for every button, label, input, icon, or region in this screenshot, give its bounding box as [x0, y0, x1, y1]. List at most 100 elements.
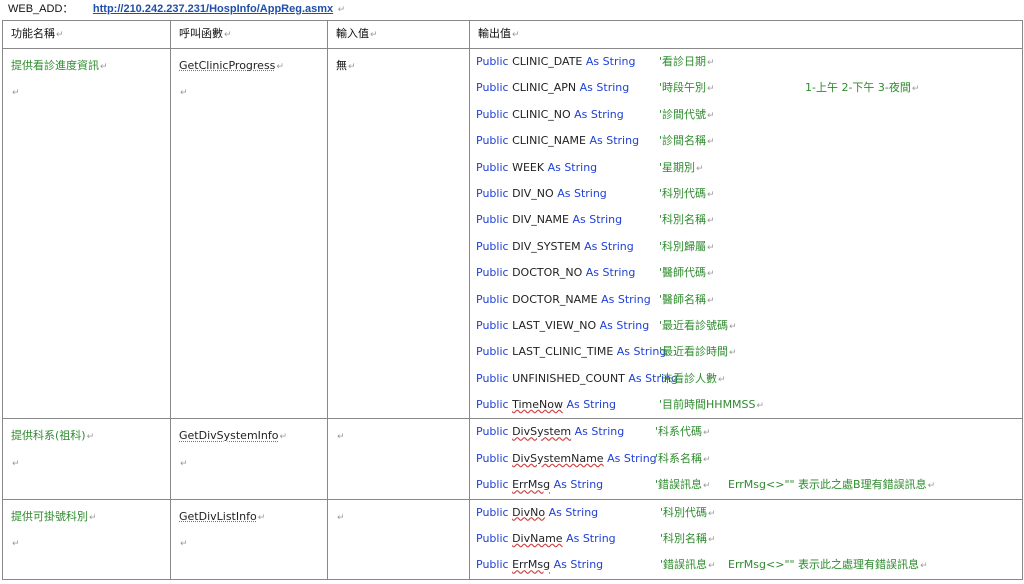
- call-function-name: GetDivSystemInfo: [179, 429, 279, 443]
- type-keyword: As String: [589, 134, 640, 148]
- public-keyword: Public: [476, 134, 509, 148]
- input-value-cell: ↵: [327, 418, 470, 500]
- field-name: DivNo: [512, 505, 546, 519]
- field-comment: '科別歸屬↵: [659, 239, 715, 253]
- field-comment: '科系代碼↵: [655, 425, 711, 439]
- output-field-line: Public DIV_NO As String '科別代碼↵: [470, 181, 1022, 207]
- public-keyword: Public: [476, 55, 509, 68]
- function-name-cell: 提供科系(祖科)↵ ↵: [2, 418, 171, 500]
- field-comment: '錯誤訊息↵: [660, 558, 716, 572]
- table-header-row: 功能名稱↵ 呼叫函數↵ 輸入值↵ 輸出值↵: [2, 20, 1023, 49]
- output-field-line: Public DivSystem As String '科系代碼↵: [470, 419, 1022, 445]
- type-keyword: As String: [585, 266, 636, 280]
- type-keyword: As String: [607, 451, 657, 465]
- table-row: 提供科系(祖科)↵ ↵ GetDivSystemInfo↵ ↵ ↵ Public DivS…: [2, 418, 1023, 500]
- field-comment: '科系名稱↵: [655, 451, 711, 465]
- output-field-line: Public DIV_NAME As String '科別名稱↵: [470, 207, 1022, 233]
- type-keyword: As String: [566, 398, 617, 412]
- public-keyword: Public: [476, 213, 509, 227]
- field-name: CLINIC_DATE: [512, 55, 583, 68]
- input-value-cell: 無↵: [327, 47, 470, 420]
- type-keyword: As String: [579, 81, 630, 95]
- output-field-line: Public CLINIC_NAME As String '診間名稱↵: [470, 128, 1022, 154]
- public-keyword: Public: [476, 532, 509, 546]
- field-name: CLINIC_NO: [512, 107, 571, 121]
- output-field-line: Public WEEK As String '星期別↵: [470, 155, 1022, 181]
- type-keyword: As String: [553, 558, 604, 572]
- output-field-line: Public LAST_VIEW_NO As String '最近看診號碼↵: [470, 313, 1022, 339]
- call-function-name: GetDivListInfo: [179, 509, 257, 523]
- input-value: 無: [336, 59, 347, 72]
- field-extra-note: ErrMsg<>"" 表示此之處理有錯誤訊息↵: [728, 558, 928, 572]
- field-name: LAST_VIEW_NO: [512, 318, 597, 332]
- output-field-line: Public CLINIC_APN As String '時段午別↵ 1-上午 2-…: [470, 75, 1022, 101]
- type-keyword: As String: [547, 160, 598, 174]
- public-keyword: Public: [476, 239, 509, 253]
- call-function-cell: GetDivListInfo↵ ↵: [170, 498, 328, 580]
- field-comment: '科別名稱↵: [659, 213, 715, 227]
- field-comment: '診間名稱↵: [659, 134, 715, 148]
- field-name: TimeNow: [512, 398, 563, 412]
- public-keyword: Public: [476, 186, 509, 200]
- output-field-line: Public LAST_CLINIC_TIME As String '最近看診時間…: [470, 339, 1022, 365]
- public-keyword: Public: [476, 398, 509, 412]
- output-field-line: Public ErrMsg As String '錯誤訊息↵ ErrMsg<>"" …: [470, 552, 1022, 578]
- output-field-line: Public CLINIC_NO As String '診間代號↵: [470, 102, 1022, 128]
- field-name: DIV_NO: [512, 186, 554, 200]
- paragraph-mark-icon: ↵: [337, 5, 346, 15]
- web-address-label: WEB_ADD：: [8, 3, 74, 15]
- type-keyword: As String: [585, 55, 636, 68]
- function-name: 提供看診進度資訊: [11, 59, 99, 72]
- output-field-line: Public DIV_SYSTEM As String '科別歸屬↵: [470, 234, 1022, 260]
- field-extra-note: ErrMsg<>"" 表示此之處B理有錯誤訊息↵: [728, 478, 936, 492]
- field-comment: '科別代碼↵: [660, 505, 716, 519]
- output-field-line: Public CLINIC_DATE As String '看診日期↵: [470, 49, 1022, 75]
- function-name: 提供科系(祖科): [11, 429, 86, 443]
- public-keyword: Public: [476, 318, 509, 332]
- function-name-cell: 提供可掛號科別↵ ↵: [2, 498, 171, 580]
- field-name: DIV_SYSTEM: [512, 239, 581, 253]
- table-row: 提供看診進度資訊↵ ↵ GetClinicProgress↵ ↵ 無↵ Public CL…: [2, 47, 1023, 420]
- public-keyword: Public: [476, 558, 509, 572]
- field-name: DivSystemName: [512, 451, 604, 465]
- public-keyword: Public: [476, 371, 509, 385]
- field-name: UNFINISHED_COUNT: [512, 371, 625, 385]
- field-name: ErrMsg: [512, 478, 551, 492]
- type-keyword: As String: [574, 107, 624, 121]
- field-comment: '醫師名稱↵: [659, 292, 715, 306]
- type-keyword: As String: [599, 318, 650, 332]
- field-name: WEEK: [512, 160, 545, 174]
- web-address-link[interactable]: http://210.242.237.231/HospInfo/AppReg.a…: [93, 3, 333, 15]
- type-keyword: As String: [574, 425, 625, 439]
- output-field-line: Public ErrMsg As String '錯誤訊息↵ ErrMsg<>"" …: [470, 472, 1022, 498]
- field-name: DIV_NAME: [512, 213, 569, 227]
- type-keyword: As String: [566, 532, 616, 546]
- function-name: 提供可掛號科別: [11, 509, 88, 523]
- field-comment: '錯誤訊息↵: [655, 478, 711, 492]
- column-header-input: 輸入值↵: [327, 20, 470, 49]
- public-keyword: Public: [476, 266, 509, 280]
- output-field-line: Public DivName As String '科別名稱↵: [470, 526, 1022, 552]
- field-name: CLINIC_NAME: [512, 134, 586, 148]
- web-address-line: WEB_ADD： http://210.242.237.231/HospInfo…: [8, 1, 345, 17]
- field-comment: '時段午別↵: [659, 81, 715, 95]
- type-keyword: As String: [548, 505, 599, 519]
- type-keyword: As String: [572, 213, 623, 227]
- column-header-output: 輸出值↵: [469, 20, 1023, 49]
- field-extra-note: 1-上午 2-下午 3-夜間↵: [805, 81, 920, 95]
- field-comment: '診間代號↵: [659, 107, 715, 121]
- field-comment: '最近看診時間↵: [659, 345, 737, 359]
- field-comment: '目前時間HHMMSS↵: [659, 398, 765, 412]
- public-keyword: Public: [476, 505, 509, 519]
- call-function-cell: GetDivSystemInfo↵ ↵: [170, 418, 328, 500]
- input-value-cell: ↵: [327, 498, 470, 580]
- type-keyword: As String: [557, 186, 607, 200]
- field-comment: '看診日期↵: [659, 55, 715, 68]
- field-name: ErrMsg: [512, 558, 551, 572]
- call-function-name: GetClinicProgress: [179, 59, 276, 72]
- output-value-cell: Public DivNo As String '科別代碼↵ Public DivNa…: [469, 498, 1023, 580]
- output-field-line: Public DOCTOR_NO As String '醫師代碼↵: [470, 260, 1022, 286]
- output-value-cell: Public DivSystem As String '科系代碼↵ Public D…: [469, 418, 1023, 500]
- field-name: DOCTOR_NAME: [512, 292, 598, 306]
- field-comment: '科別名稱↵: [660, 532, 716, 546]
